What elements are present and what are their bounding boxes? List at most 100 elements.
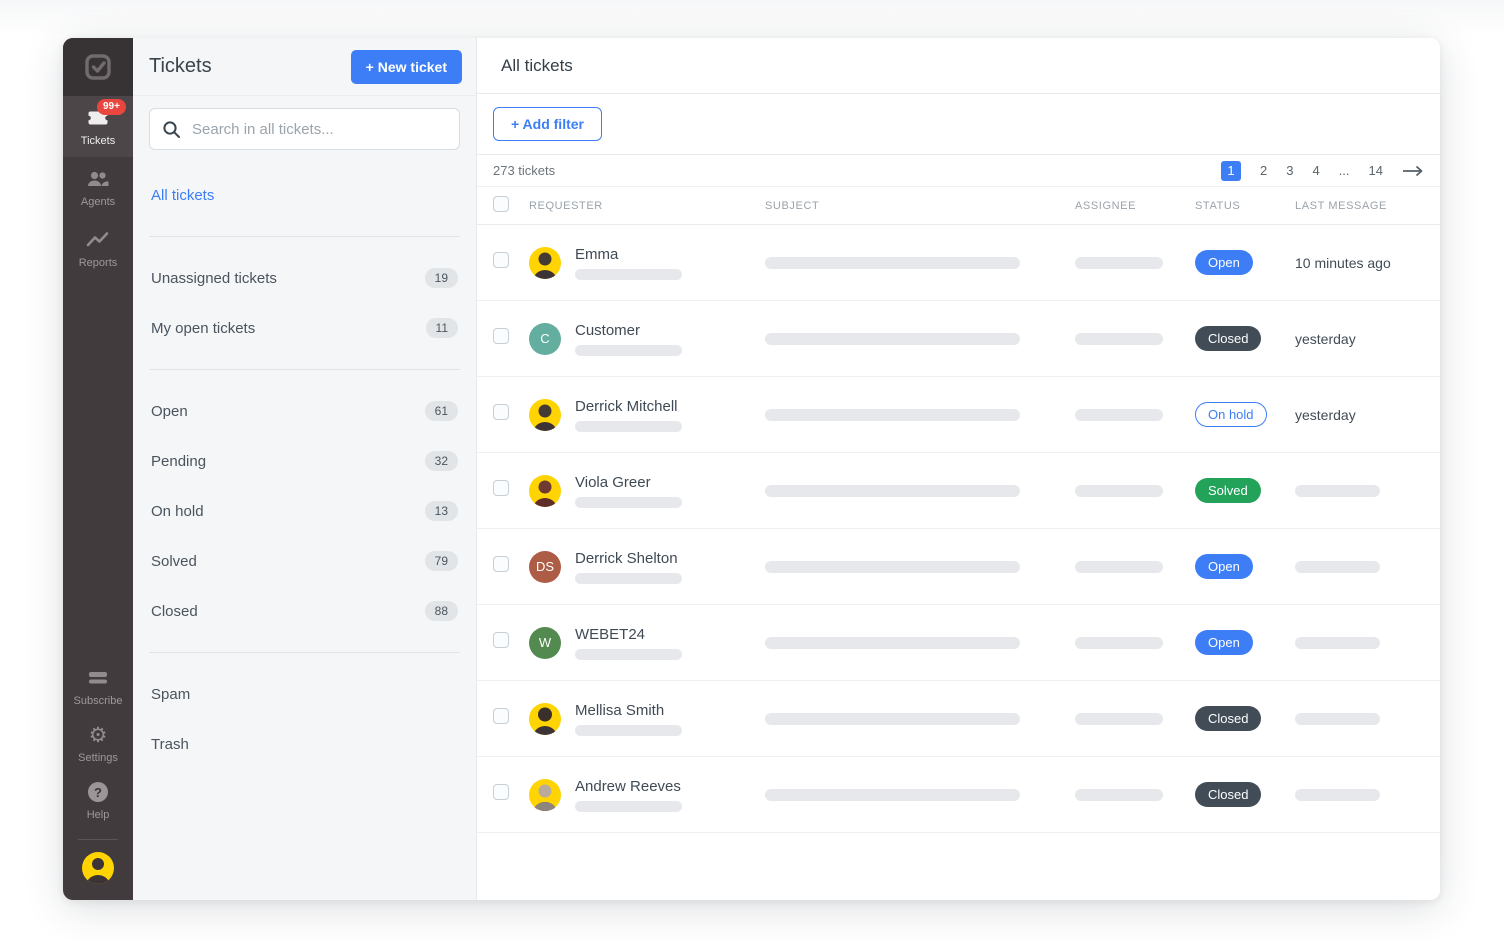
sidebar-item-closed[interactable]: Closed 88 [149,586,460,636]
user-avatar[interactable] [82,852,114,884]
sidebar-item-trash[interactable]: Trash [149,719,460,769]
app-logo[interactable] [63,38,133,96]
table-row[interactable]: Emma Open 10 minutes ago [477,225,1440,301]
sidebar-item-my-open-tickets[interactable]: My open tickets 11 [149,303,460,353]
agents-icon [86,169,110,189]
rail-item-subscribe[interactable]: Subscribe [63,658,133,715]
rail-spacer [63,279,133,658]
sidebar-item-on-hold[interactable]: On hold 13 [149,486,460,536]
page-button[interactable]: 14 [1369,163,1383,178]
nav-rail: 99+ Tickets Agents Reports [63,38,133,900]
assignee-placeholder [1075,409,1163,421]
sidebar-item-label: On hold [151,503,204,520]
rail-item-label: Agents [81,196,115,208]
list-meta-bar: 273 tickets 1 2 3 4 ... 14 [477,155,1440,187]
sidebar-item-all-tickets[interactable]: All tickets [149,170,460,220]
sidebar-item-solved[interactable]: Solved 79 [149,536,460,586]
row-checkbox[interactable] [493,252,509,268]
subject-placeholder [765,409,1020,421]
count-badge: 13 [425,501,458,521]
requester-name: Derrick Mitchell [575,398,682,415]
rail-item-tickets[interactable]: 99+ Tickets [63,96,133,157]
requester-avatar [529,399,561,431]
help-icon: ? [88,782,108,802]
status-badge: Solved [1195,478,1261,503]
page-button-active[interactable]: 1 [1221,161,1241,181]
requester-name: Emma [575,246,682,263]
requester-name: Derrick Shelton [575,550,682,567]
gear-icon: ⚙ [89,724,108,746]
status-badge: Open [1195,630,1253,655]
row-checkbox[interactable] [493,556,509,572]
table-header: REQUESTER SUBJECT ASSIGNEE STATUS LAST M… [477,187,1440,225]
table-row[interactable]: Viola Greer Solved [477,453,1440,529]
add-filter-button[interactable]: + Add filter [493,107,602,141]
sidebar-item-spam[interactable]: Spam [149,669,460,719]
requester-name: Andrew Reeves [575,778,682,795]
sidebar-item-open[interactable]: Open 61 [149,386,460,436]
avatar-initials: DS [529,551,561,583]
row-checkbox[interactable] [493,328,509,344]
column-header-last-message: LAST MESSAGE [1295,200,1424,212]
requester-name: Viola Greer [575,474,682,491]
ticket-count: 273 tickets [493,163,555,178]
rail-item-agents[interactable]: Agents [63,157,133,218]
row-checkbox[interactable] [493,784,509,800]
subject-placeholder [765,637,1020,649]
last-message: yesterday [1295,407,1424,423]
sidebar-item-label: Spam [151,686,190,703]
sidebar-item-label: My open tickets [151,320,255,337]
row-checkbox[interactable] [493,632,509,648]
table-row[interactable]: Derrick Mitchell On hold yesterday [477,377,1440,453]
sidebar-item-label: Closed [151,603,198,620]
requester-placeholder [575,573,682,584]
requester-avatar [529,247,561,279]
next-page-arrow-icon[interactable] [1402,165,1424,177]
select-all-checkbox[interactable] [493,196,509,212]
last-message: 10 minutes ago [1295,255,1424,271]
new-ticket-button[interactable]: + New ticket [351,50,462,84]
sidebar-filter-list: All tickets Unassigned tickets 19 My ope… [133,156,476,769]
assignee-placeholder [1075,333,1163,345]
page-button[interactable]: 4 [1312,163,1319,178]
notification-badge: 99+ [97,99,126,115]
assignee-placeholder [1075,485,1163,497]
avatar-initials: W [529,627,561,659]
status-badge: Open [1195,250,1253,275]
requester-placeholder [575,725,682,736]
table-row[interactable]: DS Derrick Shelton Open [477,529,1440,605]
sidebar-item-label: Solved [151,553,197,570]
table-row[interactable]: Andrew Reeves Closed [477,757,1440,833]
column-header-assignee: ASSIGNEE [1075,200,1195,212]
rail-item-settings[interactable]: ⚙ Settings [63,715,133,772]
rail-item-reports[interactable]: Reports [63,218,133,279]
assignee-placeholder [1075,789,1163,801]
search-input[interactable] [149,108,460,150]
checkbox-logo-icon [83,52,113,82]
subject-placeholder [765,333,1020,345]
sidebar-item-pending[interactable]: Pending 32 [149,436,460,486]
page-ellipsis: ... [1339,163,1350,178]
rail-item-label: Settings [78,752,118,764]
row-checkbox[interactable] [493,404,509,420]
rail-item-help[interactable]: ? Help [63,772,133,829]
page-button[interactable]: 2 [1260,163,1267,178]
person-photo-icon [529,399,561,431]
table-row[interactable]: C Customer Closed yesterday [477,301,1440,377]
page-button[interactable]: 3 [1286,163,1293,178]
status-badge: Closed [1195,782,1261,807]
sidebar-item-label: Trash [151,736,189,753]
requester-avatar: W [529,627,561,659]
last-message-placeholder [1295,561,1380,573]
count-badge: 32 [425,451,458,471]
requester-placeholder [575,269,682,280]
sidebar-item-unassigned-tickets[interactable]: Unassigned tickets 19 [149,253,460,303]
table-row[interactable]: Mellisa Smith Closed [477,681,1440,757]
reports-icon [86,231,110,249]
assignee-placeholder [1075,637,1163,649]
tickets-sidebar: Tickets + New ticket All tickets Unassig… [133,38,477,900]
requester-avatar [529,703,561,735]
row-checkbox[interactable] [493,480,509,496]
row-checkbox[interactable] [493,708,509,724]
table-row[interactable]: W WEBET24 Open [477,605,1440,681]
